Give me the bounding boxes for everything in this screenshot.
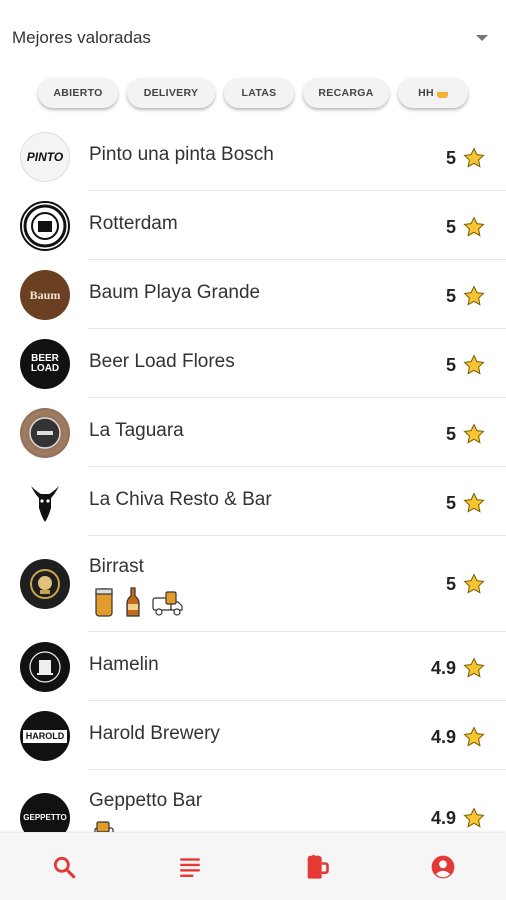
sort-dropdown[interactable]: Mejores valoradas [0,0,506,76]
bar-logo [20,477,70,527]
bottle-icon [126,587,140,617]
logo-text: GEPPETTO [23,813,67,822]
bar-name: Birrast [89,556,144,577]
delivery-icon [94,821,114,832]
bar-name: La Taguara [89,420,184,441]
list-item[interactable]: BEER LOAD Beer Load Flores 5 [0,329,506,398]
bar-rating: 4.9 [430,658,456,678]
sort-label: Mejores valoradas [12,28,151,47]
list-item[interactable]: PINTO Pinto una pinta Bosch 5 [0,122,506,191]
logo-text: PINTO [26,150,64,164]
bar-name: Geppetto Bar [89,790,203,811]
bar-rating: 5 [445,355,456,375]
star-icon [463,216,485,237]
star-icon [463,492,485,513]
nav-beer-button[interactable] [303,853,331,881]
list-item[interactable]: La Chiva Resto & Bar 5 [0,467,506,536]
star-icon [463,573,485,594]
list-icon [180,858,200,877]
service-tags [93,586,185,618]
bar-rating: 5 [445,424,456,444]
logo-text: Baum [29,288,61,302]
filter-chip-latas[interactable]: LATAS [224,78,294,108]
star-icon [463,657,485,678]
bar-name: Rotterdam [89,213,178,234]
bar-name: Baum Playa Grande [89,282,261,303]
bar-logo: Baum [20,270,70,320]
bar-logo: PINTO [20,132,70,182]
logo-text: BEER LOAD [30,353,60,374]
bar-name: La Chiva Resto & Bar [89,489,272,510]
beer-mug-icon [307,855,329,879]
star-icon [463,354,485,375]
list-item[interactable]: Baum Baum Playa Grande 5 [0,260,506,329]
beer-icon [436,88,448,98]
chevron-down-icon [476,35,488,41]
bar-name: Beer Load Flores [89,351,235,372]
star-icon [463,807,485,828]
list-item[interactable]: Birrast 5 [0,536,506,632]
star-icon [463,423,485,444]
bar-name: Harold Brewery [89,723,220,744]
hamelin-logo-icon [29,651,61,683]
goat-icon [31,486,59,522]
bar-name: Pinto una pinta Bosch [89,144,274,165]
star-icon [463,285,485,306]
service-tags [93,820,127,832]
search-icon [53,856,76,879]
filter-chip-recarga[interactable]: RECARGA [303,78,389,108]
bar-rating: 5 [445,493,456,513]
bar-logo [20,642,70,692]
bar-rating: 5 [445,286,456,306]
bottom-navigation [0,833,506,900]
bar-logo: BEER LOAD [20,339,70,389]
filter-chip-hh[interactable]: HH [398,78,468,108]
bar-list: PINTO Pinto una pinta Bosch 5 Rotterdam … [0,122,506,832]
bar-rating: 5 [445,217,456,237]
bar-logo [20,201,70,251]
filter-chip-abierto[interactable]: ABIERTO [38,78,118,108]
can-icon [95,588,113,617]
nav-search-button[interactable] [50,853,78,881]
account-icon [431,855,455,879]
bar-logo: GEPPETTO [20,793,70,832]
nav-account-button[interactable] [429,853,457,881]
list-item[interactable]: GEPPETTO Geppetto Bar 4.9 [0,770,506,832]
star-icon [463,726,485,747]
bar-rating: 4.9 [430,808,456,828]
birrast-logo-icon [30,569,60,599]
list-item[interactable]: Hamelin 4.9 [0,632,506,701]
list-item[interactable]: HAROLD Harold Brewery 4.9 [0,701,506,770]
filter-chip-delivery[interactable]: DELIVERY [127,78,215,108]
bar-rating: 5 [445,148,456,168]
bar-name: Hamelin [89,654,159,675]
taguara-logo-icon [29,417,61,449]
bar-rating: 5 [445,574,456,594]
list-item[interactable]: Rotterdam 5 [0,191,506,260]
bar-logo [20,559,70,609]
bar-logo: HAROLD [20,711,70,761]
list-item[interactable]: La Taguara 5 [0,398,506,467]
bar-logo [20,408,70,458]
delivery-icon [152,591,183,616]
logo-text: HAROLD [22,729,68,743]
bar-rating: 4.9 [430,727,456,747]
nav-list-button[interactable] [176,853,204,881]
filter-chips: ABIERTO DELIVERY LATAS RECARGA HH [38,78,468,108]
star-icon [463,147,485,168]
rotterdam-logo-icon [23,204,67,248]
